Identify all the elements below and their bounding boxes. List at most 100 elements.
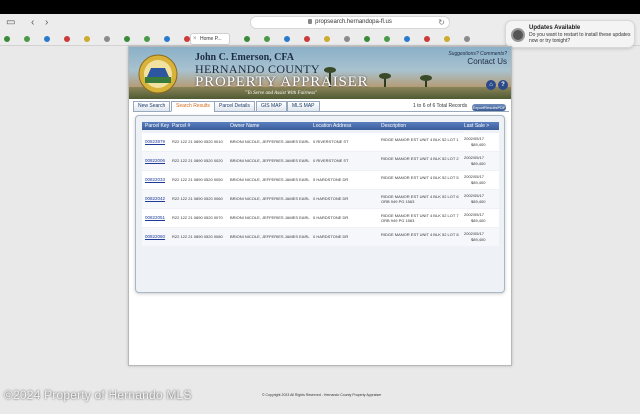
location-address: 0 HARDSTONE DR <box>313 196 349 201</box>
sale-price: $89,400 <box>471 218 486 223</box>
motto: "To Serve and Assist With Fairness" <box>245 91 318 96</box>
sale-date: 2002/05/17 <box>464 174 485 179</box>
results-panel: Parcel Key Parcel # Owner Name Location … <box>135 115 505 293</box>
description: RIDGE MANOR EST UNIT 4 BLK 52 LOT 6 ORB … <box>381 194 459 204</box>
reload-icon[interactable]: ↻ <box>438 17 445 28</box>
owner-name: BRIONI NICOLE, JEFFERIES JAMES EARL <box>230 196 310 201</box>
tab-search-results[interactable]: Search Results <box>171 101 215 112</box>
favorite-site-icon[interactable] <box>124 36 130 42</box>
sale-price: $89,400 <box>471 161 486 166</box>
favorite-site-icon[interactable] <box>284 36 290 42</box>
favorite-site-icon[interactable] <box>144 36 150 42</box>
sale-date: 2002/05/17 <box>464 136 485 141</box>
favorite-site-icon[interactable] <box>44 36 50 42</box>
description: RIDGE MANOR EST UNIT 4 BLK 52 LOT 2 <box>381 156 459 161</box>
browser-tab-home[interactable]: × Home P... <box>190 33 230 45</box>
sidebar-toggle-icon[interactable]: ▭ <box>6 17 15 29</box>
owner-name: BRIONI NICOLE, JEFFERIES JAMES EARL <box>230 158 310 163</box>
col-location-address[interactable]: Location Address <box>313 122 351 130</box>
parcel-key-link[interactable]: 00822060 <box>145 234 165 239</box>
parcel-key-link[interactable]: 00822006 <box>145 158 165 163</box>
office-title: PROPERTY APPRAISER <box>195 74 369 90</box>
sale-price: $89,400 <box>471 180 486 185</box>
favorite-site-icon[interactable] <box>64 36 70 42</box>
browser-tab-label: Home P... <box>200 36 222 42</box>
favorites-bar: × Home P... <box>4 33 500 45</box>
table-row[interactable]: 00822006 R22 122 21 0890 0520 0020 BRIONI … <box>142 152 499 170</box>
nav-tabs: New Search Search Results Parcel Details… <box>133 101 509 113</box>
favorite-site-icon[interactable] <box>244 36 250 42</box>
notification-body: Do you want to restart to install these … <box>529 32 631 44</box>
description: RIDGE MANOR EST UNIT 4 BLK 52 LOT 7 ORB … <box>381 213 459 223</box>
favorite-site-icon[interactable] <box>344 36 350 42</box>
col-parcel-number[interactable]: Parcel # <box>172 122 190 130</box>
favorite-site-icon[interactable] <box>324 36 330 42</box>
parcel-key-link[interactable]: 00822033 <box>145 177 165 182</box>
parcel-key-link[interactable]: 00823879 <box>145 139 165 144</box>
favorite-site-icon[interactable] <box>444 36 450 42</box>
owner-name: BRIONI NICOLE, JEFFERIES JAMES EARL <box>230 234 310 239</box>
table-row[interactable]: 00822060 R22 122 21 0890 0520 0080 BRIONI … <box>142 228 499 246</box>
favorite-site-icon[interactable] <box>24 36 30 42</box>
description: RIDGE MANOR EST UNIT 4 BLK 52 LOT 8 <box>381 232 459 237</box>
favorite-site-icon[interactable] <box>364 36 370 42</box>
update-notification[interactable]: Updates Available Do you want to restart… <box>505 20 635 48</box>
sale-date: 2002/05/17 <box>464 155 485 160</box>
col-owner-name[interactable]: Owner Name <box>230 122 259 130</box>
owner-name: BRIONI NICOLE, JEFFERIES JAMES EARL <box>230 139 310 144</box>
favorite-site-icon[interactable] <box>304 36 310 42</box>
col-description[interactable]: Description <box>381 122 406 130</box>
county-seal-logo <box>138 54 178 94</box>
export-pdf-button[interactable]: ExportResultsPDF <box>472 104 506 111</box>
parcel-key-link[interactable]: 00822042 <box>145 196 165 201</box>
lock-icon <box>308 19 313 24</box>
menu-bar <box>0 0 640 14</box>
sale-date: 2002/05/17 <box>464 231 485 236</box>
tab-parcel-details[interactable]: Parcel Details <box>214 101 255 112</box>
property-appraiser-page: John C. Emerson, CFA HERNANDO COUNTY PRO… <box>128 46 512 366</box>
location-address: 0 RIVERSTONE ST <box>313 139 349 144</box>
parcel-number: R22 122 21 0890 0520 0020 <box>172 158 223 163</box>
parcel-number: R22 122 21 0890 0520 0050 <box>172 177 223 182</box>
table-row[interactable]: 00822042 R22 122 21 0890 0520 0060 BRIONI … <box>142 190 499 208</box>
contact-us-link[interactable]: Contact Us <box>467 57 507 66</box>
tab-gis-map[interactable]: GIS MAP <box>256 101 287 112</box>
favorite-site-icon[interactable] <box>104 36 110 42</box>
favorite-site-icon[interactable] <box>4 36 10 42</box>
sale-price: $89,400 <box>471 237 486 242</box>
favorite-site-icon[interactable] <box>424 36 430 42</box>
header-banner: John C. Emerson, CFA HERNANDO COUNTY PRO… <box>129 47 511 99</box>
favorite-site-icon[interactable] <box>84 36 90 42</box>
table-row[interactable]: 00823879 R22 122 21 0890 0520 0010 BRIONI … <box>142 133 499 151</box>
sale-price: $89,400 <box>471 142 486 147</box>
favorite-site-icon[interactable] <box>384 36 390 42</box>
tab-close-icon[interactable]: × <box>193 34 197 44</box>
location-address: 0 HARDSTONE DR <box>313 234 349 239</box>
table-row[interactable]: 00822033 R22 122 21 0890 0520 0050 BRIONI … <box>142 171 499 189</box>
url-bar[interactable]: propsearch.hernandopa-fl.us ↻ <box>250 16 450 29</box>
settings-icon <box>511 28 525 42</box>
help-icon[interactable]: ? <box>498 80 508 90</box>
tab-new-search[interactable]: New Search <box>133 101 171 112</box>
parcel-key-link[interactable]: 00822051 <box>145 215 165 220</box>
table-row[interactable]: 00822051 R22 122 21 0890 0520 0070 BRIONI … <box>142 209 499 227</box>
favorite-site-icon[interactable] <box>404 36 410 42</box>
notification-title: Updates Available <box>529 25 581 31</box>
parcel-number: R22 122 21 0890 0520 0070 <box>172 215 223 220</box>
favorite-site-icon[interactable] <box>464 36 470 42</box>
col-parcel-key[interactable]: Parcel Key <box>145 122 169 130</box>
home-icon[interactable]: ⌂ <box>486 80 496 90</box>
back-icon[interactable]: ‹ <box>31 17 34 29</box>
location-address: 0 HARDSTONE DR <box>313 215 349 220</box>
owner-name: BRIONI NICOLE, JEFFERIES JAMES EARL <box>230 215 310 220</box>
favorite-site-icon[interactable] <box>264 36 270 42</box>
table-header: Parcel Key Parcel # Owner Name Location … <box>142 122 499 137</box>
parcel-number: R22 122 21 0890 0520 0060 <box>172 196 223 201</box>
forward-icon[interactable]: › <box>45 17 48 29</box>
sale-date: 2002/05/17 <box>464 193 485 198</box>
tab-mls-map[interactable]: MLS MAP <box>287 101 320 112</box>
parcel-number: R22 122 21 0890 0520 0010 <box>172 139 223 144</box>
location-address: 0 RIVERSTONE ST <box>313 158 349 163</box>
sale-price: $89,400 <box>471 199 486 204</box>
favorite-site-icon[interactable] <box>164 36 170 42</box>
